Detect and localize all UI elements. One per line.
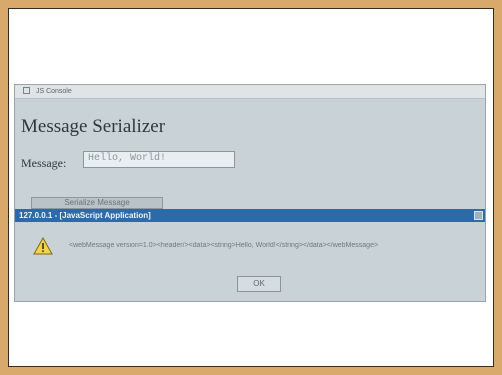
serialize-message-button[interactable]: Serialize Message (31, 197, 163, 209)
warning-icon (33, 237, 53, 255)
window-menu-icon[interactable] (23, 87, 30, 94)
alert-title: 127.0.0.1 - [JavaScript Application] (19, 211, 151, 220)
alert-message: <webMessage version=1.0><header/><data><… (69, 242, 379, 249)
window-title: JS Console (35, 88, 72, 95)
message-label: Message: (21, 156, 67, 170)
ok-button[interactable]: OK (237, 276, 281, 292)
alert-titlebar: 127.0.0.1 - [JavaScript Application] (15, 209, 485, 222)
close-icon[interactable] (474, 211, 483, 220)
console-window: JS Console Message Serializer Message: H… (14, 84, 486, 302)
window-titlebar[interactable]: JS Console (15, 85, 485, 99)
message-input[interactable]: Hello, World! (83, 151, 235, 168)
page-title: Message Serializer (21, 116, 166, 137)
